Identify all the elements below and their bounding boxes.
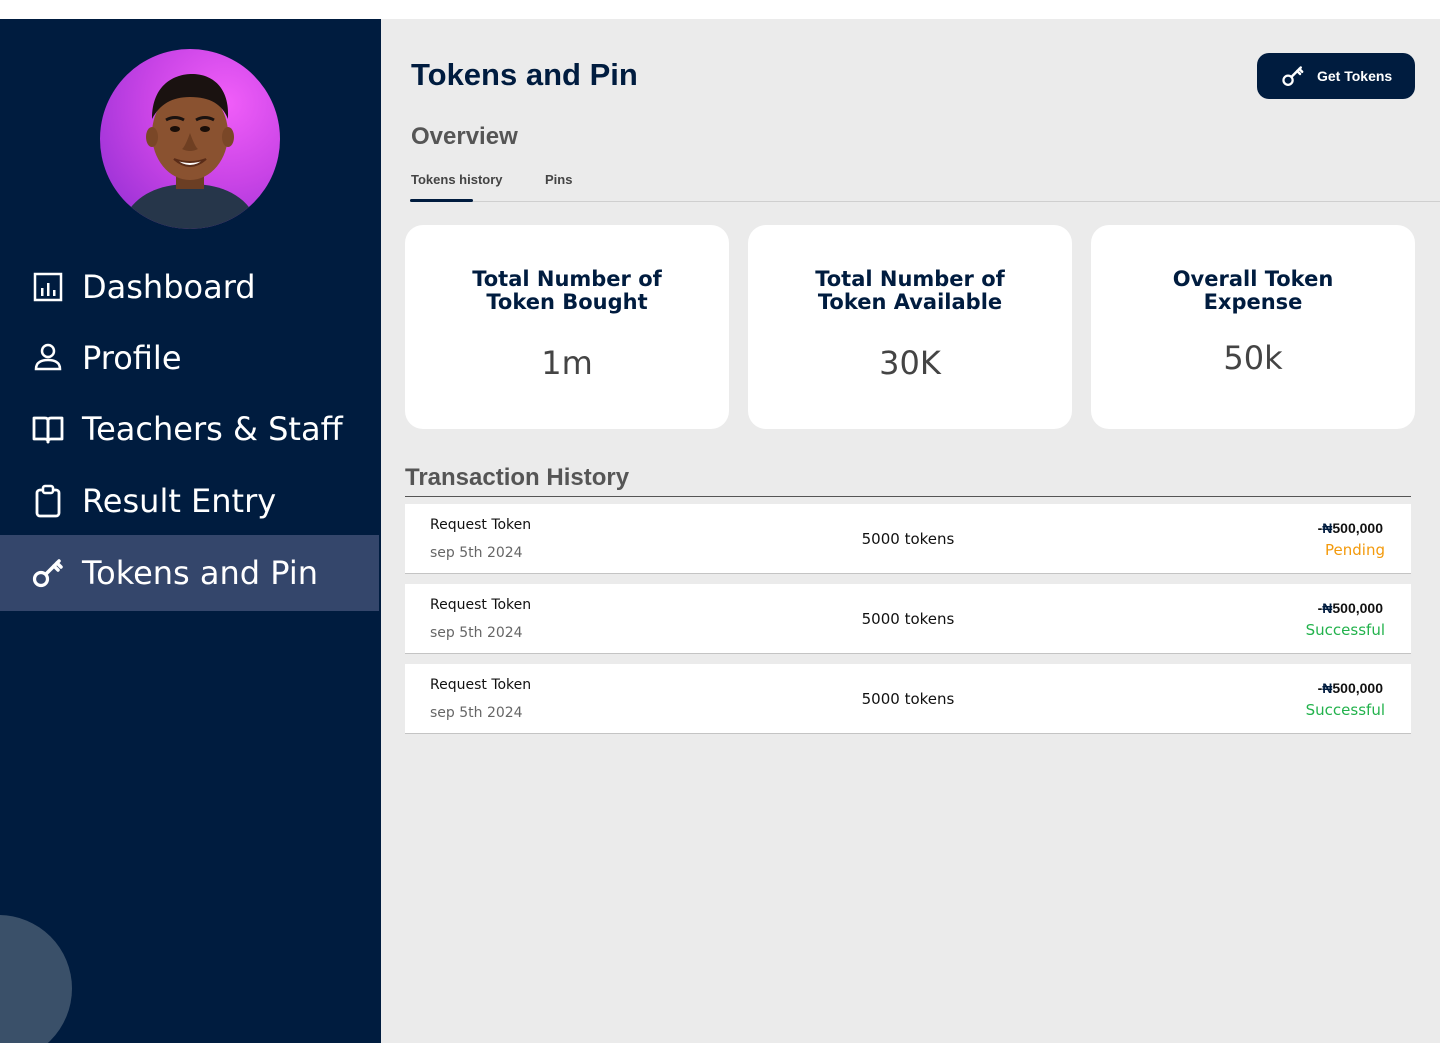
key-icon bbox=[30, 555, 66, 591]
transaction-divider bbox=[405, 496, 1411, 497]
status-pending: Pending bbox=[1325, 541, 1385, 559]
sidebar-item-teachers-staff[interactable]: Teachers & Staff bbox=[0, 391, 379, 467]
transaction-amount: -₦500,000 bbox=[1318, 520, 1383, 536]
avatar[interactable] bbox=[100, 49, 280, 229]
sidebar-item-label: Tokens and Pin bbox=[82, 554, 319, 592]
transaction-row[interactable]: Request Token sep 5th 2024 5000 tokens -… bbox=[405, 584, 1411, 654]
main-content: Tokens and Pin Get Tokens Overview Token… bbox=[381, 19, 1440, 1043]
sidebar-item-label: Result Entry bbox=[82, 482, 277, 520]
transaction-tokens: 5000 tokens bbox=[861, 530, 955, 548]
stat-card-tokens-available: Total Number of Token Available 30K bbox=[748, 225, 1072, 429]
transaction-history-heading: Transaction History bbox=[405, 464, 630, 491]
status-successful: Successful bbox=[1305, 701, 1385, 719]
transaction-amount: -₦500,000 bbox=[1318, 600, 1383, 616]
stat-card-token-expense: Overall Token Expense 50k bbox=[1091, 225, 1415, 429]
card-value: 1m bbox=[541, 344, 593, 382]
transaction-tokens: 5000 tokens bbox=[861, 610, 955, 628]
amount-value: 500,000 bbox=[1332, 680, 1383, 696]
person-icon bbox=[30, 340, 66, 376]
get-tokens-label: Get Tokens bbox=[1317, 68, 1393, 84]
overview-heading: Overview bbox=[411, 123, 518, 150]
card-title: Total Number of Token Bought bbox=[472, 267, 662, 314]
sidebar-item-result-entry[interactable]: Result Entry bbox=[0, 463, 379, 539]
amount-value: 500,000 bbox=[1332, 600, 1383, 616]
card-value: 30K bbox=[879, 344, 941, 382]
amount-value: 500,000 bbox=[1332, 520, 1383, 536]
decorative-circle bbox=[0, 915, 72, 1043]
key-icon bbox=[1282, 66, 1304, 86]
stat-card-tokens-bought: Total Number of Token Bought 1m bbox=[405, 225, 729, 429]
transaction-tokens: 5000 tokens bbox=[861, 690, 955, 708]
sidebar-item-label: Profile bbox=[82, 339, 182, 377]
card-title: Total Number of Token Available bbox=[815, 267, 1005, 314]
status-successful: Successful bbox=[1305, 621, 1385, 639]
transaction-row[interactable]: Request Token sep 5th 2024 5000 tokens -… bbox=[405, 504, 1411, 574]
transaction-amount: -₦500,000 bbox=[1318, 680, 1383, 696]
sidebar-item-tokens-and-pin[interactable]: Tokens and Pin bbox=[0, 535, 379, 611]
sidebar-item-profile[interactable]: Profile bbox=[0, 320, 379, 396]
naira-icon: ₦ bbox=[1322, 680, 1333, 696]
sidebar: Dashboard Profile Teachers & Staff Resul… bbox=[0, 19, 381, 1043]
tab-pins[interactable]: Pins bbox=[545, 172, 572, 187]
sidebar-item-dashboard[interactable]: Dashboard bbox=[0, 249, 379, 325]
active-tab-indicator bbox=[410, 199, 473, 202]
tab-tokens-history[interactable]: Tokens history bbox=[411, 172, 503, 187]
card-value: 50k bbox=[1223, 339, 1283, 377]
book-icon bbox=[30, 411, 66, 447]
naira-icon: ₦ bbox=[1322, 520, 1333, 536]
card-title: Overall Token Expense bbox=[1172, 267, 1334, 314]
clipboard-icon bbox=[30, 483, 66, 519]
page-title: Tokens and Pin bbox=[411, 57, 638, 92]
avatar-portrait bbox=[120, 74, 260, 229]
sidebar-item-label: Teachers & Staff bbox=[82, 410, 343, 448]
tabs-divider bbox=[410, 201, 1440, 202]
sidebar-item-label: Dashboard bbox=[82, 268, 256, 306]
bar-chart-icon bbox=[30, 269, 66, 305]
transaction-row[interactable]: Request Token sep 5th 2024 5000 tokens -… bbox=[405, 664, 1411, 734]
naira-icon: ₦ bbox=[1322, 600, 1333, 616]
get-tokens-button[interactable]: Get Tokens bbox=[1257, 53, 1415, 99]
